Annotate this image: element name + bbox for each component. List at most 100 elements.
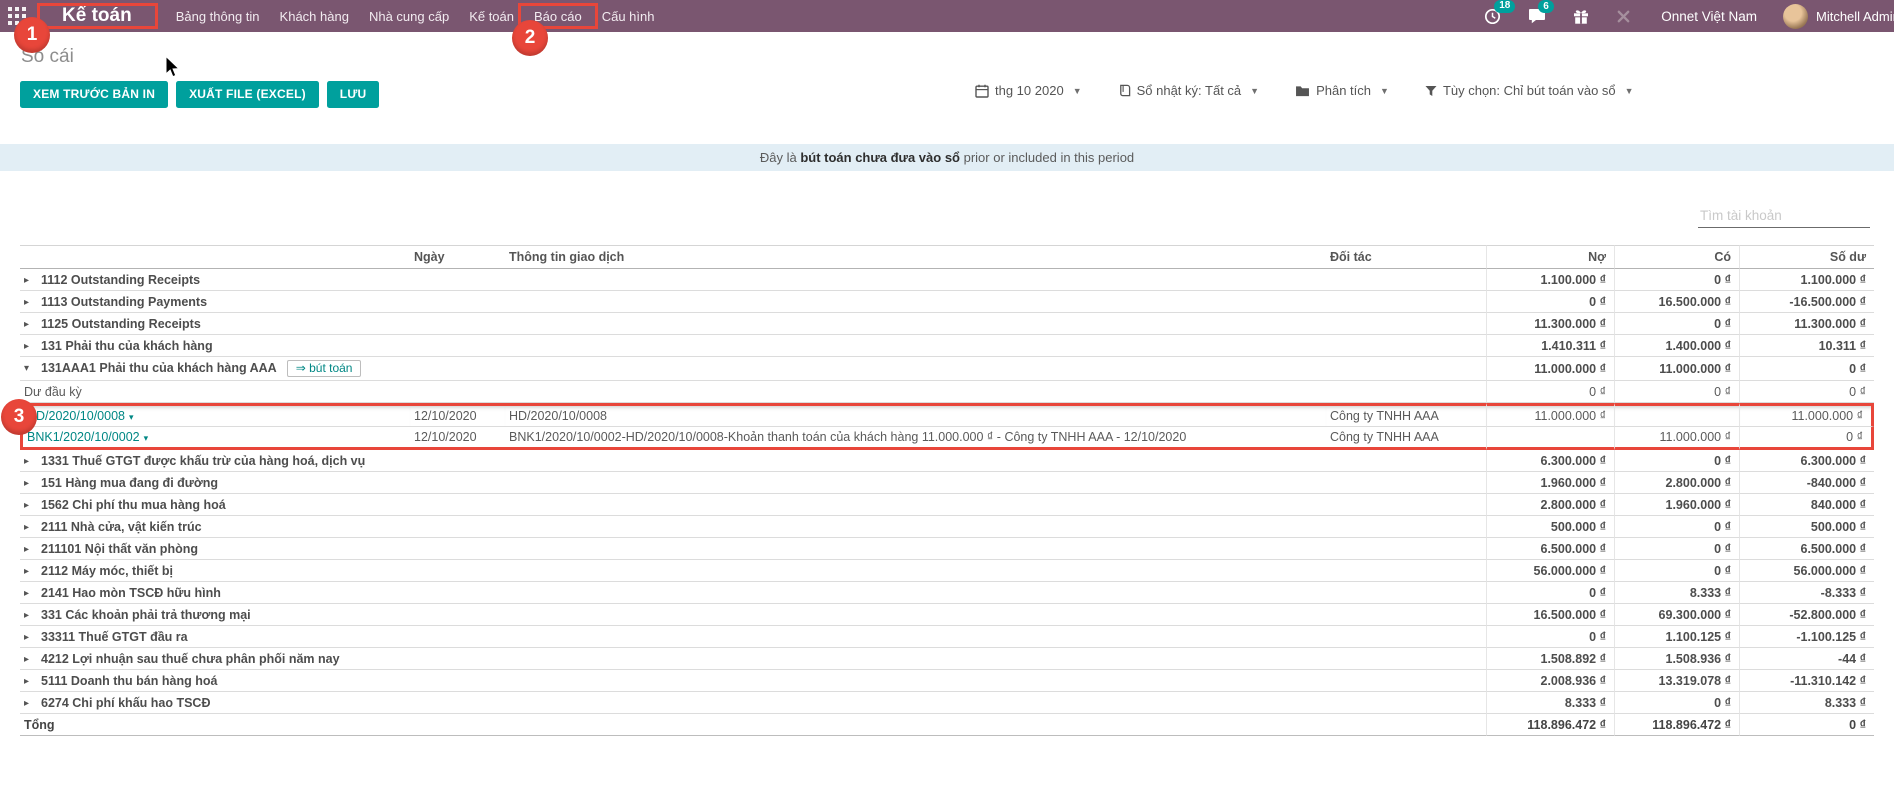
activities-button[interactable]: 18 <box>1484 8 1501 25</box>
page-title: Sổ cái <box>21 46 1894 68</box>
messages-button[interactable]: 6 <box>1528 8 1546 24</box>
balance-cell: 0 ₫ <box>1739 357 1874 381</box>
balance-cell: 840.000 ₫ <box>1739 494 1874 516</box>
debit-cell: 8.333 ₫ <box>1486 692 1614 714</box>
top-navbar: Kế toán 1 Bảng thông tin Khách hàng Nhà … <box>0 0 1894 32</box>
balance-cell: -11.310.142 ₫ <box>1739 670 1874 692</box>
account-row: ▸1112 Outstanding Receipts1.100.000 ₫0 ₫… <box>20 269 1874 291</box>
expand-toggle-icon[interactable]: ▸ <box>24 654 41 665</box>
expand-toggle-icon[interactable]: ▸ <box>24 566 41 577</box>
credit-cell: 69.300.000 ₫ <box>1614 604 1739 626</box>
credit-cell: 8.333 ₫ <box>1614 582 1739 604</box>
account-label[interactable]: 1112 Outstanding Receipts <box>41 273 200 287</box>
account-label[interactable]: 131AAA1 Phải thu của khách hàng AAA <box>41 361 277 375</box>
entry-date-cell: 12/10/2020 <box>410 403 505 427</box>
app-brand-label: Kế toán <box>62 5 132 27</box>
account-label[interactable]: 1125 Outstanding Receipts <box>41 317 201 331</box>
account-label[interactable]: 4212 Lợi nhuận sau thuế chưa phân phối n… <box>41 652 340 666</box>
search-input[interactable] <box>1698 207 1879 224</box>
balance-cell: 56.000.000 ₫ <box>1739 560 1874 582</box>
balance-cell: 0 ₫ <box>1739 714 1874 736</box>
calendar-icon <box>975 84 989 98</box>
journal-items-button[interactable]: ⇒ bút toán <box>287 360 362 377</box>
account-label[interactable]: 1113 Outstanding Payments <box>41 295 207 309</box>
date-filter[interactable]: thg 10 2020 ▼ <box>975 83 1082 98</box>
credit-cell: 0 ₫ <box>1614 692 1739 714</box>
debit-cell: 118.896.472 ₫ <box>1486 714 1614 736</box>
expand-toggle-icon[interactable]: ▸ <box>24 522 41 533</box>
account-label[interactable]: 33311 Thuế GTGT đầu ra <box>41 630 188 644</box>
user-menu[interactable]: Mitchell Admin <box>1783 4 1894 29</box>
menu-item-cau-hinh[interactable]: Cấu hình <box>592 0 665 32</box>
account-row: ▸211101 Nội thất văn phòng6.500.000 ₫0 ₫… <box>20 538 1874 560</box>
export-excel-button[interactable]: XUẤT FILE (EXCEL) <box>176 81 319 108</box>
expand-toggle-icon[interactable]: ▸ <box>24 456 41 467</box>
expand-toggle-icon[interactable]: ▸ <box>24 544 41 555</box>
menu-item-ke-toan[interactable]: Kế toán <box>459 0 524 32</box>
account-label[interactable]: 211101 Nội thất văn phòng <box>41 542 198 556</box>
balance-cell: -16.500.000 ₫ <box>1739 291 1874 313</box>
account-row: ▸4212 Lợi nhuận sau thuế chưa phân phối … <box>20 648 1874 670</box>
analytic-filter[interactable]: Phân tích ▼ <box>1295 83 1389 98</box>
account-label[interactable]: 1562 Chi phí thu mua hàng hoá <box>41 498 226 512</box>
options-filter[interactable]: Tùy chọn: Chỉ bút toán vào sổ ▼ <box>1425 83 1634 98</box>
menu-item-nha-cung-cap[interactable]: Nhà cung cấp <box>359 0 459 32</box>
expand-toggle-icon[interactable]: ▸ <box>24 297 41 308</box>
expand-toggle-icon[interactable]: ▸ <box>24 632 41 643</box>
report-filters: thg 10 2020 ▼ Sổ nhật ký: Tất cả ▼ Phân … <box>975 83 1634 98</box>
account-label[interactable]: 5111 Doanh thu bán hàng hoá <box>41 674 217 688</box>
account-label[interactable]: 2112 Máy móc, thiết bị <box>41 564 173 578</box>
account-label[interactable]: 151 Hàng mua đang đi đường <box>41 476 218 490</box>
save-button[interactable]: LƯU <box>327 81 380 108</box>
chevron-down-icon: ▼ <box>1073 86 1082 96</box>
account-label[interactable]: 2111 Nhà cửa, vật kiến trúc <box>41 520 202 534</box>
print-preview-button[interactable]: XEM TRƯỚC BẢN IN <box>20 81 168 108</box>
account-label[interactable]: 6274 Chi phí khấu hao TSCĐ <box>41 696 210 710</box>
company-switcher[interactable]: Onnet Việt Nam <box>1661 9 1757 24</box>
credit-cell: 0 ₫ <box>1614 313 1739 335</box>
balance-cell: -840.000 ₫ <box>1739 472 1874 494</box>
row-label-cell: ▸2111 Nhà cửa, vật kiến trúc <box>20 516 1486 538</box>
expand-toggle-icon[interactable]: ▸ <box>24 478 41 489</box>
expand-toggle-icon[interactable]: ▸ <box>24 275 41 286</box>
total-label: Tổng <box>24 718 55 732</box>
balance-cell: -44 ₫ <box>1739 648 1874 670</box>
menu-item-khach-hang[interactable]: Khách hàng <box>270 0 359 32</box>
debit-cell: 1.100.000 ₫ <box>1486 269 1614 291</box>
credit-cell: 1.960.000 ₫ <box>1614 494 1739 516</box>
entry-partner-cell: Công ty TNHH AAA <box>1326 427 1486 450</box>
journal-filter[interactable]: Sổ nhật ký: Tất cả ▼ <box>1118 83 1259 98</box>
app-brand-ke-toan[interactable]: Kế toán 1 <box>50 0 144 32</box>
account-row: ▸2111 Nhà cửa, vật kiến trúc500.000 ₫0 ₫… <box>20 516 1874 538</box>
entry-info-cell: BNK1/2020/10/0002-HD/2020/10/0008-Khoản … <box>505 427 1326 450</box>
account-row: ▸1125 Outstanding Receipts11.300.000 ₫0 … <box>20 313 1874 335</box>
collapse-toggle-icon[interactable]: ▾ <box>24 363 41 374</box>
expand-toggle-icon[interactable]: ▸ <box>24 698 41 709</box>
account-label[interactable]: 1331 Thuế GTGT được khấu trừ của hàng ho… <box>41 454 365 468</box>
credit-cell: 11.000.000 ₫ <box>1614 357 1739 381</box>
account-label[interactable]: 2141 Hao mòn TSCĐ hữu hình <box>41 586 221 600</box>
expand-toggle-icon[interactable]: ▸ <box>24 319 41 330</box>
expand-toggle-icon[interactable]: ▸ <box>24 341 41 352</box>
row-label-cell: ▸5111 Doanh thu bán hàng hoá <box>20 670 1486 692</box>
menu-item-bang-thong-tin[interactable]: Bảng thông tin <box>166 0 270 32</box>
debit-cell: 1.508.892 ₫ <box>1486 648 1614 670</box>
account-row: ▸151 Hàng mua đang đi đường1.960.000 ₫2.… <box>20 472 1874 494</box>
initial-balance-label: Dư đầu kỳ <box>24 385 82 399</box>
debit-cell: 0 ₫ <box>1486 381 1614 403</box>
menu-item-bao-cao[interactable]: Báo cáo 2 <box>524 0 592 32</box>
entry-link[interactable]: BNK1/2020/10/0002▾ <box>27 430 148 444</box>
expand-toggle-icon[interactable]: ▸ <box>24 676 41 687</box>
expand-toggle-icon[interactable]: ▸ <box>24 588 41 599</box>
gift-button[interactable] <box>1573 8 1589 25</box>
account-label[interactable]: 331 Các khoản phải trả thương mại <box>41 608 251 622</box>
developer-tools-button[interactable] <box>1616 9 1631 24</box>
account-row: ▸5111 Doanh thu bán hàng hoá2.008.936 ₫1… <box>20 670 1874 692</box>
expand-toggle-icon[interactable]: ▸ <box>24 500 41 511</box>
journal-book-icon <box>1118 84 1131 97</box>
entry-link[interactable]: HD/2020/10/0008▾ <box>27 409 134 423</box>
account-label[interactable]: 131 Phải thu của khách hàng <box>41 339 213 353</box>
apps-menu-button[interactable] <box>0 7 34 25</box>
balance-cell: 0 ₫ <box>1739 381 1874 403</box>
expand-toggle-icon[interactable]: ▸ <box>24 610 41 621</box>
